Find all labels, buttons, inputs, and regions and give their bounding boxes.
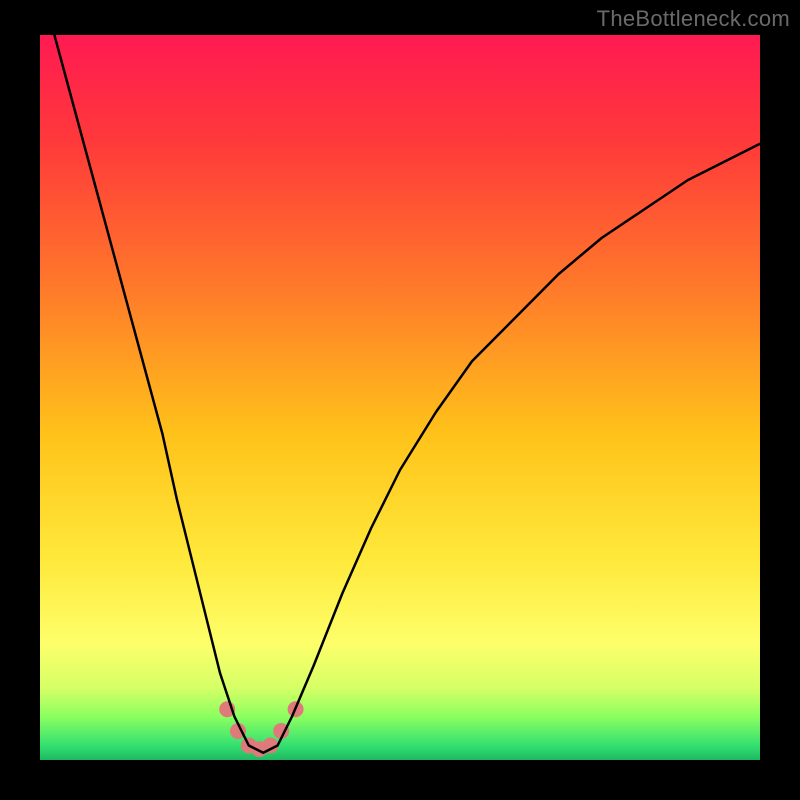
chart-frame: TheBottleneck.com (0, 0, 800, 800)
watermark-text: TheBottleneck.com (597, 6, 790, 32)
chart-svg (0, 0, 800, 800)
plot-background (40, 35, 760, 760)
